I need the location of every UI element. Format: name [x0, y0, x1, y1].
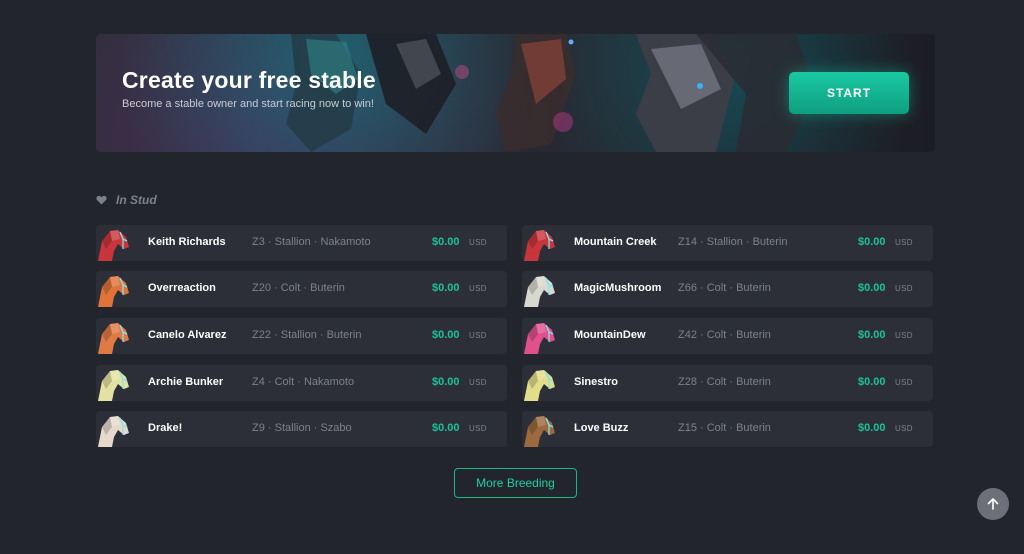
horse-price: $0.00 — [432, 329, 460, 341]
horse-details: Z22 · Stallion · Buterin — [252, 329, 362, 341]
horse-avatar-icon — [524, 416, 555, 447]
horse-name[interactable]: Archie Bunker — [148, 376, 223, 388]
horse-name[interactable]: Keith Richards — [148, 236, 226, 248]
horse-details: Z3 · Stallion · Nakamoto — [252, 236, 371, 248]
horse-details: Z42 · Colt · Buterin — [678, 329, 771, 341]
horse-price: $0.00 — [858, 422, 886, 434]
horse-row[interactable]: MountainDew Z42 · Colt · Buterin $0.00 USD — [522, 318, 933, 354]
horse-price: $0.00 — [858, 376, 886, 388]
horse-details: Z14 · Stallion · Buterin — [678, 236, 788, 248]
section-title: In Stud — [116, 193, 157, 207]
horse-row[interactable]: Keith Richards Z3 · Stallion · Nakamoto $0… — [96, 225, 507, 261]
horse-row[interactable]: Love Buzz Z15 · Colt · Buterin $0.00 USD — [522, 411, 933, 447]
horse-row[interactable]: Archie Bunker Z4 · Colt · Nakamoto $0.00 US… — [96, 365, 507, 401]
horse-row[interactable]: Mountain Creek Z14 · Stallion · Buterin $0… — [522, 225, 933, 261]
horse-currency: USD — [469, 424, 487, 433]
horse-avatar-icon — [524, 323, 555, 354]
horse-details: Z20 · Colt · Buterin — [252, 282, 345, 294]
horse-name[interactable]: Love Buzz — [574, 422, 628, 434]
horse-avatar-icon — [98, 370, 129, 401]
horse-name[interactable]: MagicMushroom — [574, 282, 661, 294]
horse-currency: USD — [895, 424, 913, 433]
horse-details: Z4 · Colt · Nakamoto — [252, 376, 355, 388]
horse-row[interactable]: Overreaction Z20 · Colt · Buterin $0.00 USD — [96, 271, 507, 307]
horse-name[interactable]: Sinestro — [574, 376, 618, 388]
heart-icon — [96, 195, 107, 205]
horse-name[interactable]: MountainDew — [574, 329, 646, 341]
horse-currency: USD — [895, 331, 913, 340]
horse-price: $0.00 — [858, 282, 886, 294]
page: Create your free stable Become a stable … — [0, 0, 1024, 554]
horse-avatar-icon — [98, 276, 129, 307]
horse-details: Z28 · Colt · Buterin — [678, 376, 771, 388]
horse-price: $0.00 — [432, 422, 460, 434]
horse-currency: USD — [895, 284, 913, 293]
horse-price: $0.00 — [858, 236, 886, 248]
horse-avatar-icon — [98, 323, 129, 354]
horse-price: $0.00 — [432, 282, 460, 294]
banner-title: Create your free stable — [122, 67, 376, 93]
horse-currency: USD — [469, 284, 487, 293]
arrow-up-icon — [987, 498, 999, 510]
more-breeding-button[interactable]: More Breeding — [454, 468, 577, 498]
horse-currency: USD — [469, 378, 487, 387]
horse-name[interactable]: Canelo Alvarez — [148, 329, 226, 341]
in-stud-header: In Stud — [96, 193, 157, 207]
horse-name[interactable]: Overreaction — [148, 282, 216, 294]
horse-details: Z9 · Stallion · Szabo — [252, 422, 352, 434]
horse-avatar-icon — [524, 230, 555, 261]
horse-details: Z66 · Colt · Buterin — [678, 282, 771, 294]
horse-details: Z15 · Colt · Buterin — [678, 422, 771, 434]
horse-row[interactable]: MagicMushroom Z66 · Colt · Buterin $0.00 US… — [522, 271, 933, 307]
horse-currency: USD — [895, 378, 913, 387]
horse-price: $0.00 — [432, 376, 460, 388]
banner-subtitle: Become a stable owner and start racing n… — [122, 98, 374, 110]
horse-price: $0.00 — [858, 329, 886, 341]
horse-currency: USD — [469, 331, 487, 340]
horse-name[interactable]: Mountain Creek — [574, 236, 657, 248]
horse-avatar-icon — [524, 370, 555, 401]
horse-avatar-icon — [98, 416, 129, 447]
horse-currency: USD — [895, 238, 913, 247]
scroll-to-top-button[interactable] — [977, 488, 1009, 520]
create-stable-banner: Create your free stable Become a stable … — [96, 34, 935, 152]
horse-row[interactable]: Drake! Z9 · Stallion · Szabo $0.00 USD — [96, 411, 507, 447]
horse-name[interactable]: Drake! — [148, 422, 182, 434]
horse-avatar-icon — [98, 230, 129, 261]
horse-price: $0.00 — [432, 236, 460, 248]
horse-row[interactable]: Canelo Alvarez Z22 · Stallion · Buterin $0… — [96, 318, 507, 354]
horse-row[interactable]: Sinestro Z28 · Colt · Buterin $0.00 USD — [522, 365, 933, 401]
horse-avatar-icon — [524, 276, 555, 307]
start-button[interactable]: START — [789, 72, 909, 114]
horse-currency: USD — [469, 238, 487, 247]
